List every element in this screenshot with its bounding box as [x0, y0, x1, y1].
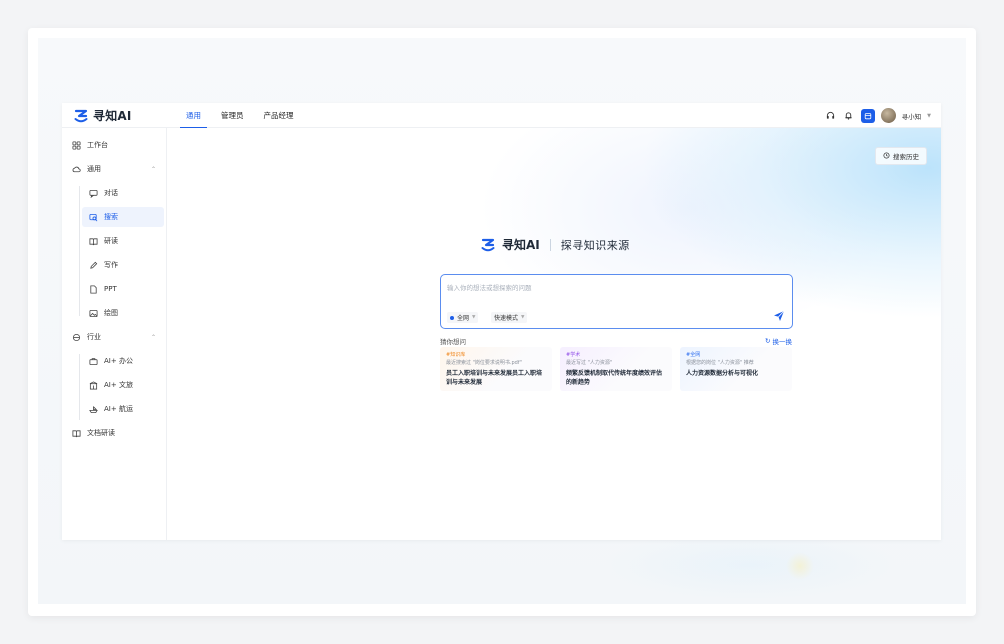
card-tag: #知识库 [446, 352, 466, 358]
card-subtitle: 最近写过 "人力资源" [566, 360, 613, 366]
tab-admin[interactable]: 管理员 [215, 103, 250, 128]
sidebar-item-ppt[interactable]: PPT [89, 279, 165, 299]
building-icon [89, 380, 98, 390]
ship-icon [89, 405, 98, 414]
refresh-label: 换一换 [772, 338, 792, 346]
mode-label: 快速模式 [494, 315, 519, 322]
chat-icon [89, 189, 98, 198]
scope-label: 全网 [457, 315, 470, 322]
chevron-down-icon: ▼ [521, 315, 525, 320]
card-question: 人力资源数据分析与可视化 [686, 370, 759, 377]
app-logo[interactable]: 寻知AI [73, 107, 132, 124]
grid-icon [72, 140, 81, 150]
decorative-shape [786, 552, 814, 580]
briefcase-icon [89, 357, 98, 366]
top-nav: 通用 管理员 产品经理 [180, 103, 308, 128]
sidebar-item-workbench[interactable]: 工作台 [72, 135, 162, 155]
headset-icon[interactable] [825, 110, 837, 122]
sidebar-item-label: 工作台 [87, 141, 108, 149]
chevron-down-icon: ▼ [472, 315, 476, 320]
card-question: 频繁反馈机制取代传统年度绩效评估的新趋势 [566, 370, 663, 386]
chevron-up-icon[interactable]: ⌃ [151, 334, 156, 341]
sidebar-item-drawing[interactable]: 绘图 [89, 303, 165, 323]
username[interactable]: 寻小知 [902, 111, 922, 121]
sidebar-item-search[interactable]: 搜索 [82, 207, 164, 227]
suggestion-card[interactable]: #知识库 最近搜索过 "岗位要求说明书.pdf" 员工入职培训与未来发展员工入职… [440, 347, 552, 391]
sidebar-item-writing[interactable]: 写作 [89, 255, 165, 275]
mode-select[interactable]: 快速模式 ▼ [491, 312, 528, 323]
globe-icon [450, 315, 454, 320]
sidebar-item-label: PPT [104, 285, 117, 293]
sidebar-item-ai-tourism[interactable]: AI+ 文旅 [89, 375, 165, 395]
sidebar-item-label: AI+ 航运 [104, 405, 133, 413]
sidebar-item-doc-study[interactable]: 文档研读 [72, 423, 162, 443]
divider [549, 238, 551, 251]
ppt-icon [89, 284, 98, 294]
send-icon[interactable] [773, 310, 785, 322]
top-right-tools: 寻小知 ▼ [825, 103, 931, 128]
pen-icon [89, 261, 98, 270]
doc-book-icon [72, 429, 81, 438]
sidebar-item-label: 通用 [87, 165, 101, 173]
slogan: 探寻知识来源 [560, 238, 630, 252]
sidebar-item-label: 绘图 [104, 309, 118, 317]
sidebar-item-chat[interactable]: 对话 [89, 183, 165, 203]
refresh-icon: ↻ [765, 337, 771, 345]
chevron-down-icon[interactable]: ▼ [927, 113, 931, 119]
image-icon [89, 309, 98, 318]
search-input[interactable]: 输入你的想法或想探索的问题 全网 ▼ 快速模式 ▼ [440, 274, 793, 329]
top-bar: 寻知AI 通用 管理员 产品经理 寻小知 ▼ [62, 103, 941, 128]
chevron-up-icon[interactable]: ⌃ [151, 166, 156, 173]
search-icon [89, 213, 98, 222]
sidebar: 工作台 通用 ⌃ 对话 搜索 研读 写作 PPT 绘图 行业 ⌃ AI+ 办公 … [62, 128, 167, 540]
sidebar-item-label: 搜索 [104, 213, 118, 221]
card-tag: #学术 [566, 352, 581, 358]
search-history-label: 搜索历史 [893, 153, 919, 161]
sidebar-item-ai-office[interactable]: AI+ 办公 [89, 351, 165, 371]
card-tag: #全网 [686, 352, 701, 358]
sidebar-item-industry[interactable]: 行业 ⌃ [72, 327, 162, 347]
sidebar-item-label: 对话 [104, 189, 118, 197]
search-placeholder: 输入你的想法或想探索的问题 [447, 284, 532, 292]
scope-select[interactable]: 全网 ▼ [447, 312, 479, 323]
card-question: 员工入职培训与未来发展员工入职培训与未来发展 [446, 370, 543, 386]
industry-icon [72, 333, 81, 342]
tree-line [79, 186, 80, 316]
suggestion-card[interactable]: #全网 根据您的岗位 "人力资源" 推荐 人力资源数据分析与可视化 [680, 347, 792, 391]
hero-title: 寻知AI 探寻知识来源 [480, 236, 630, 253]
tab-product-manager[interactable]: 产品经理 [258, 103, 300, 128]
tree-line [79, 354, 80, 420]
calendar-icon[interactable] [860, 108, 875, 123]
card-subtitle: 最近搜索过 "岗位要求说明书.pdf" [446, 360, 522, 366]
sidebar-item-ai-shipping[interactable]: AI+ 航运 [89, 399, 165, 419]
suggestions-label: 猜你想问 [440, 338, 466, 346]
sidebar-item-label: 文档研读 [87, 429, 115, 437]
card-subtitle: 根据您的岗位 "人力资源" 推荐 [686, 360, 754, 366]
sidebar-item-label: 写作 [104, 261, 118, 269]
sidebar-item-label: 研读 [104, 237, 118, 245]
app-window: 寻知AI 通用 管理员 产品经理 寻小知 ▼ 工作台 通用 ⌃ 对话 搜索 研读… [62, 103, 941, 540]
refresh-button[interactable]: ↻ 换一换 [765, 336, 792, 346]
sidebar-item-study[interactable]: 研读 [89, 231, 165, 251]
sidebar-item-label: 行业 [87, 333, 101, 341]
hero-logo-text: 寻知AI [502, 238, 540, 252]
bell-icon[interactable] [843, 110, 855, 122]
logo-mark-icon [481, 238, 495, 251]
search-history-button[interactable]: 搜索历史 [875, 147, 927, 165]
cloud-icon [72, 165, 81, 174]
sidebar-item-general[interactable]: 通用 ⌃ [72, 159, 162, 179]
tab-general[interactable]: 通用 [180, 103, 207, 128]
history-icon [883, 151, 890, 161]
main-content: 搜索历史 寻知AI 探寻知识来源 输入你的想法或想探索的问题 全网 ▼ 快速模式… [168, 128, 941, 540]
logo-mark-icon [74, 109, 88, 122]
sidebar-item-label: AI+ 文旅 [104, 381, 133, 389]
suggestion-card[interactable]: #学术 最近写过 "人力资源" 频繁反馈机制取代传统年度绩效评估的新趋势 [560, 347, 672, 391]
avatar[interactable] [880, 108, 896, 123]
app-name: 寻知AI [93, 109, 132, 123]
decorative-glow [600, 530, 900, 600]
sidebar-item-label: AI+ 办公 [104, 357, 133, 365]
book-icon [89, 237, 98, 246]
